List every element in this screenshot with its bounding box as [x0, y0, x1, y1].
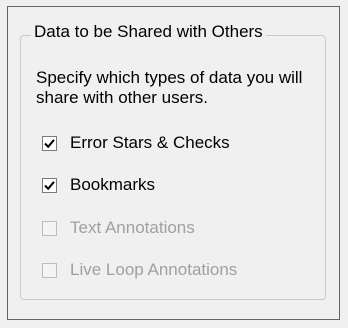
checkbox-label: Live Loop Annotations: [70, 260, 238, 279]
checkmark-icon: [44, 180, 55, 190]
checkbox-box[interactable]: [42, 135, 57, 151]
groupbox-description: Specify which types of data you will sha…: [36, 68, 303, 107]
sharing-panel: Data to be Shared with Others Specify wh…: [7, 6, 340, 320]
checkbox-text-annotations[interactable]: Text Annotations: [42, 215, 195, 241]
checkbox-live-loop-annotations[interactable]: Live Loop Annotations: [42, 257, 237, 283]
checkbox-box[interactable]: [42, 220, 57, 236]
checkbox-error-stars-checks[interactable]: Error Stars & Checks: [42, 130, 230, 156]
groupbox-title: Data to be Shared with Others: [31, 21, 266, 43]
checkbox-label: Text Annotations: [70, 218, 195, 237]
checkmark-icon: [44, 138, 55, 148]
checkbox-bookmarks[interactable]: Bookmarks: [42, 172, 155, 198]
checkbox-label: Bookmarks: [70, 175, 156, 194]
checkbox-box[interactable]: [42, 262, 57, 278]
checkbox-label: Error Stars & Checks: [70, 133, 230, 152]
checkbox-box[interactable]: [42, 177, 57, 193]
